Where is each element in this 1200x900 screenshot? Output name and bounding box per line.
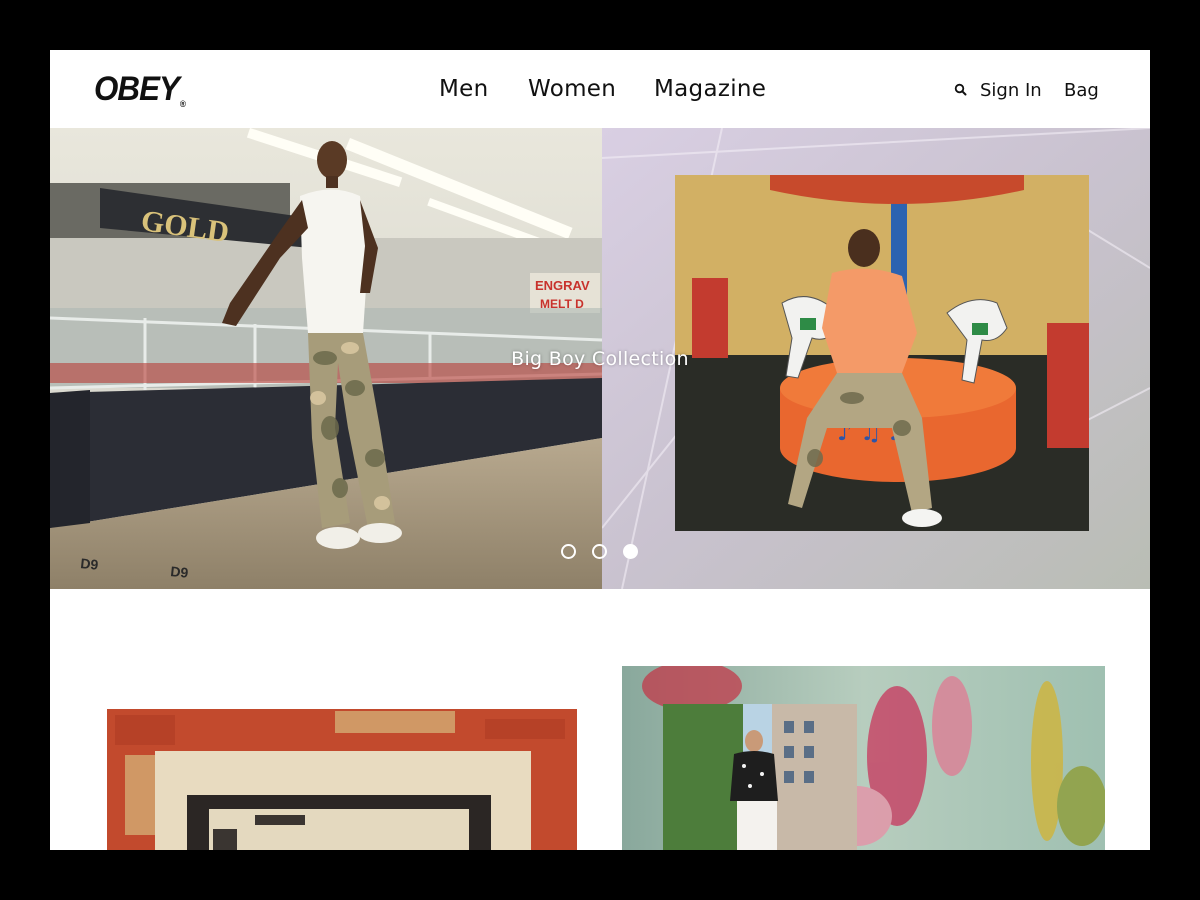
bag-link[interactable]: Bag [1064, 80, 1099, 101]
svg-text:D9: D9 [80, 555, 100, 573]
nav-magazine[interactable]: Magazine [654, 76, 766, 102]
hero-carousel[interactable]: GOLD ENGRAV MELT D D9 D9 ♪ ♫ ♪ Big Boy C… [50, 128, 1150, 589]
svg-text:D9: D9 [170, 563, 190, 581]
feature-tile-photo[interactable] [622, 666, 1105, 850]
feature-tile-poster[interactable] [105, 705, 579, 850]
hero-caption[interactable]: Big Boy Collection [50, 348, 1150, 370]
carousel-dot-1[interactable] [561, 544, 576, 559]
search-icon[interactable] [954, 82, 968, 96]
svg-text:ENGRAV: ENGRAV [535, 278, 590, 293]
nav-men[interactable]: Men [439, 76, 488, 102]
nav-women[interactable]: Women [528, 76, 616, 102]
page: OBEY® Men Women Magazine Sign In Bag GOL… [50, 50, 1150, 850]
carousel-dot-3-active[interactable] [623, 544, 638, 559]
sign-in-link[interactable]: Sign In [980, 80, 1042, 101]
carousel-dot-2[interactable] [592, 544, 607, 559]
site-header: OBEY® Men Women Magazine Sign In Bag [50, 50, 1150, 128]
